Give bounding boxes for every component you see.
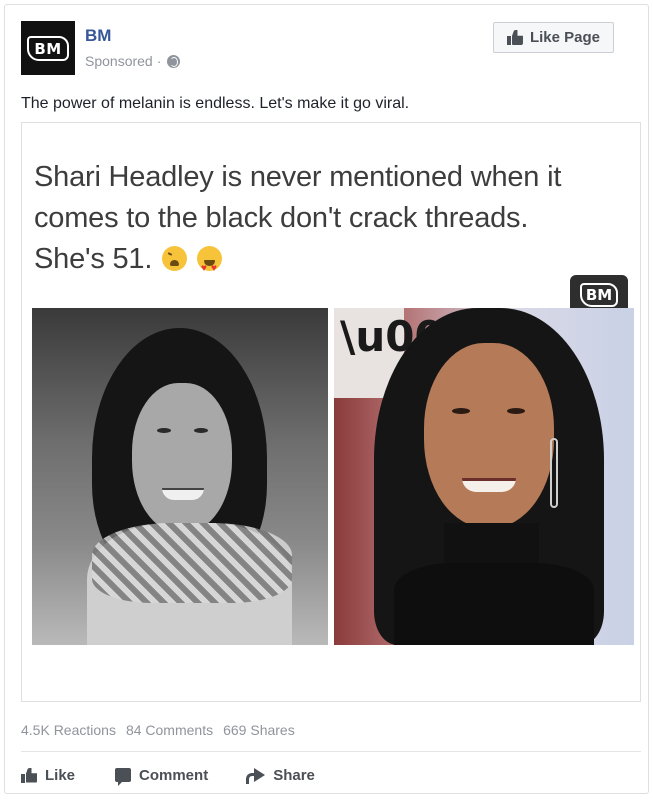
like-label: Like: [45, 766, 76, 784]
like-button[interactable]: Like: [21, 767, 75, 784]
like-page-label: Like Page: [529, 29, 601, 46]
engagement-stats: 4.5K Reactions 84 Comments 669 Shares: [21, 722, 295, 738]
caption-age: She's 51.: [34, 243, 153, 275]
caption-line-2: comes to the black don't crack threads.: [34, 202, 529, 234]
comment-button[interactable]: Comment: [115, 766, 209, 786]
globe-icon[interactable]: [167, 54, 181, 68]
sponsored-post-card: BM BM Sponsored · Like Page The power of…: [4, 4, 649, 794]
heart-eyes-emoji: ♥: [196, 246, 222, 289]
watermark-text: BM: [579, 283, 619, 307]
comment-label: Comment: [139, 766, 209, 784]
page-name-link[interactable]: BM: [85, 26, 111, 46]
share-arrow-icon: [246, 768, 266, 784]
like-page-button[interactable]: Like Page: [493, 22, 614, 53]
caption-line-1: Shari Headley is never mentioned when it: [34, 161, 562, 193]
color-portrait: \u00A0: [334, 308, 634, 645]
reactions-count[interactable]: 4.5K Reactions: [21, 722, 116, 738]
page-avatar[interactable]: BM: [21, 21, 75, 75]
weary-face-emoji: [162, 246, 188, 271]
thumbs-up-icon: [506, 30, 523, 45]
bm-logo: BM: [27, 35, 69, 61]
meta-separator: ·: [156, 53, 162, 69]
black-and-white-portrait: [32, 308, 328, 645]
share-label: Share: [273, 766, 315, 784]
comments-count[interactable]: 84 Comments: [126, 722, 213, 738]
post-text: The power of melanin is endless. Let's m…: [21, 95, 410, 112]
post-actions-bar: Like Comment Share: [21, 761, 355, 789]
meme-caption: Shari Headley is never mentioned when it…: [34, 157, 634, 289]
share-button[interactable]: Share: [246, 766, 315, 784]
comment-bubble-icon: [115, 768, 132, 786]
caption-line-3: She's 51. ♥: [34, 239, 634, 289]
post-image[interactable]: Shari Headley is never mentioned when it…: [21, 122, 641, 702]
shares-count[interactable]: 669 Shares: [223, 722, 295, 738]
sponsored-label[interactable]: Sponsored: [85, 53, 153, 69]
actions-divider: [21, 751, 641, 752]
thumbs-up-icon: [21, 768, 37, 783]
post-meta: Sponsored ·: [85, 53, 181, 69]
